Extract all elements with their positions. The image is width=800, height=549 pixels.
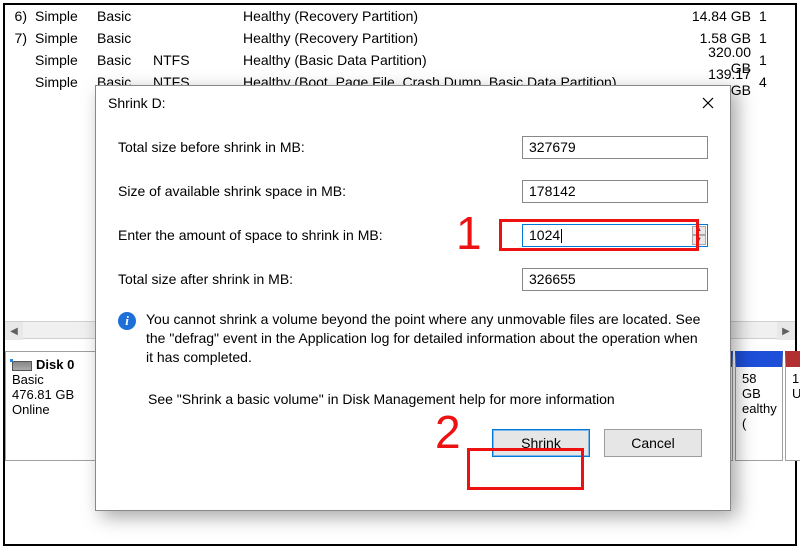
dialog-button-row: Shrink Cancel xyxy=(118,429,708,457)
scroll-left-icon[interactable]: ◀ xyxy=(5,322,23,340)
scroll-right-icon[interactable]: ▶ xyxy=(777,322,795,340)
value-total-before: 327679 xyxy=(522,136,708,159)
vol-status: U xyxy=(792,386,798,401)
window-frame: 6) Simple Basic Healthy (Recovery Partit… xyxy=(3,3,797,546)
disk-state: Online xyxy=(12,402,90,417)
cell-free: 1 xyxy=(759,8,783,24)
spinner-down-icon[interactable]: ▼ xyxy=(692,235,706,245)
label-total-before: Total size before shrink in MB: xyxy=(118,139,522,155)
row-num: 7) xyxy=(5,30,29,46)
spinner-up-icon[interactable]: ▲ xyxy=(692,226,706,236)
vol-cap: 58 GB xyxy=(742,371,776,401)
cell-free: 4 xyxy=(759,74,783,90)
disk-header-tile[interactable]: Disk 0 Basic 476.81 GB Online xyxy=(5,351,97,461)
shrink-button[interactable]: Shrink xyxy=(492,429,590,457)
cell-type: Basic xyxy=(97,8,153,24)
shrink-amount-value[interactable]: 1024 xyxy=(523,225,707,246)
cell-free: 1 xyxy=(759,30,783,46)
dialog-body: Total size before shrink in MB: 327679 S… xyxy=(96,120,730,467)
cancel-button[interactable]: Cancel xyxy=(604,429,702,457)
row-total-after: Total size after shrink in MB: 326655 xyxy=(118,266,708,292)
row-num: 6) xyxy=(5,8,29,24)
cell-status: Healthy (Recovery Partition) xyxy=(243,30,687,46)
spinner-buttons[interactable]: ▲ ▼ xyxy=(692,226,706,245)
value-available: 178142 xyxy=(522,180,708,203)
cell-layout: Simple xyxy=(29,8,97,24)
volume-tile[interactable]: 58 GB ealthy ( xyxy=(735,351,783,461)
row-enter-amount: Enter the amount of space to shrink in M… xyxy=(118,222,708,248)
disk-name: Disk 0 xyxy=(36,357,74,372)
info-icon: i xyxy=(118,312,136,330)
label-available: Size of available shrink space in MB: xyxy=(118,183,522,199)
cell-status: Healthy (Recovery Partition) xyxy=(243,8,687,24)
label-enter-amount: Enter the amount of space to shrink in M… xyxy=(118,227,522,243)
label-total-after: Total size after shrink in MB: xyxy=(118,271,522,287)
vol-cap: 1: xyxy=(792,371,798,386)
cell-status: Healthy (Basic Data Partition) xyxy=(243,52,687,68)
help-text: See "Shrink a basic volume" in Disk Mana… xyxy=(148,391,708,407)
disk-icon xyxy=(12,361,32,371)
disk-type: Basic xyxy=(12,372,90,387)
close-button[interactable] xyxy=(686,87,730,119)
cell-type: Basic xyxy=(97,30,153,46)
table-row[interactable]: Simple Basic NTFS Healthy (Basic Data Pa… xyxy=(5,49,795,71)
shrink-dialog: Shrink D: Total size before shrink in MB… xyxy=(95,85,731,511)
table-row[interactable]: 6) Simple Basic Healthy (Recovery Partit… xyxy=(5,5,795,27)
cell-type: Basic xyxy=(97,52,153,68)
disk-cap: 476.81 GB xyxy=(12,387,90,402)
caret-icon xyxy=(561,229,562,243)
row-total-before: Total size before shrink in MB: 327679 xyxy=(118,134,708,160)
cell-layout: Simple xyxy=(29,52,97,68)
cell-fs: NTFS xyxy=(153,52,243,68)
cell-layout: Simple xyxy=(29,74,97,90)
info-row: i You cannot shrink a volume beyond the … xyxy=(118,310,708,367)
row-available: Size of available shrink space in MB: 17… xyxy=(118,178,708,204)
dialog-titlebar[interactable]: Shrink D: xyxy=(96,86,730,120)
dialog-title: Shrink D: xyxy=(108,95,686,111)
volume-list: 6) Simple Basic Healthy (Recovery Partit… xyxy=(5,5,795,93)
close-icon xyxy=(702,97,714,109)
volume-tile[interactable]: 1: U xyxy=(785,351,800,461)
shrink-amount-input[interactable]: 1024 ▲ ▼ xyxy=(522,224,708,247)
value-total-after: 326655 xyxy=(522,268,708,291)
cell-cap: 14.84 GB xyxy=(687,8,759,24)
table-row[interactable]: 7) Simple Basic Healthy (Recovery Partit… xyxy=(5,27,795,49)
cell-layout: Simple xyxy=(29,30,97,46)
cell-free: 1 xyxy=(759,52,783,68)
info-text: You cannot shrink a volume beyond the po… xyxy=(146,310,708,367)
vol-status: ealthy ( xyxy=(742,401,776,431)
